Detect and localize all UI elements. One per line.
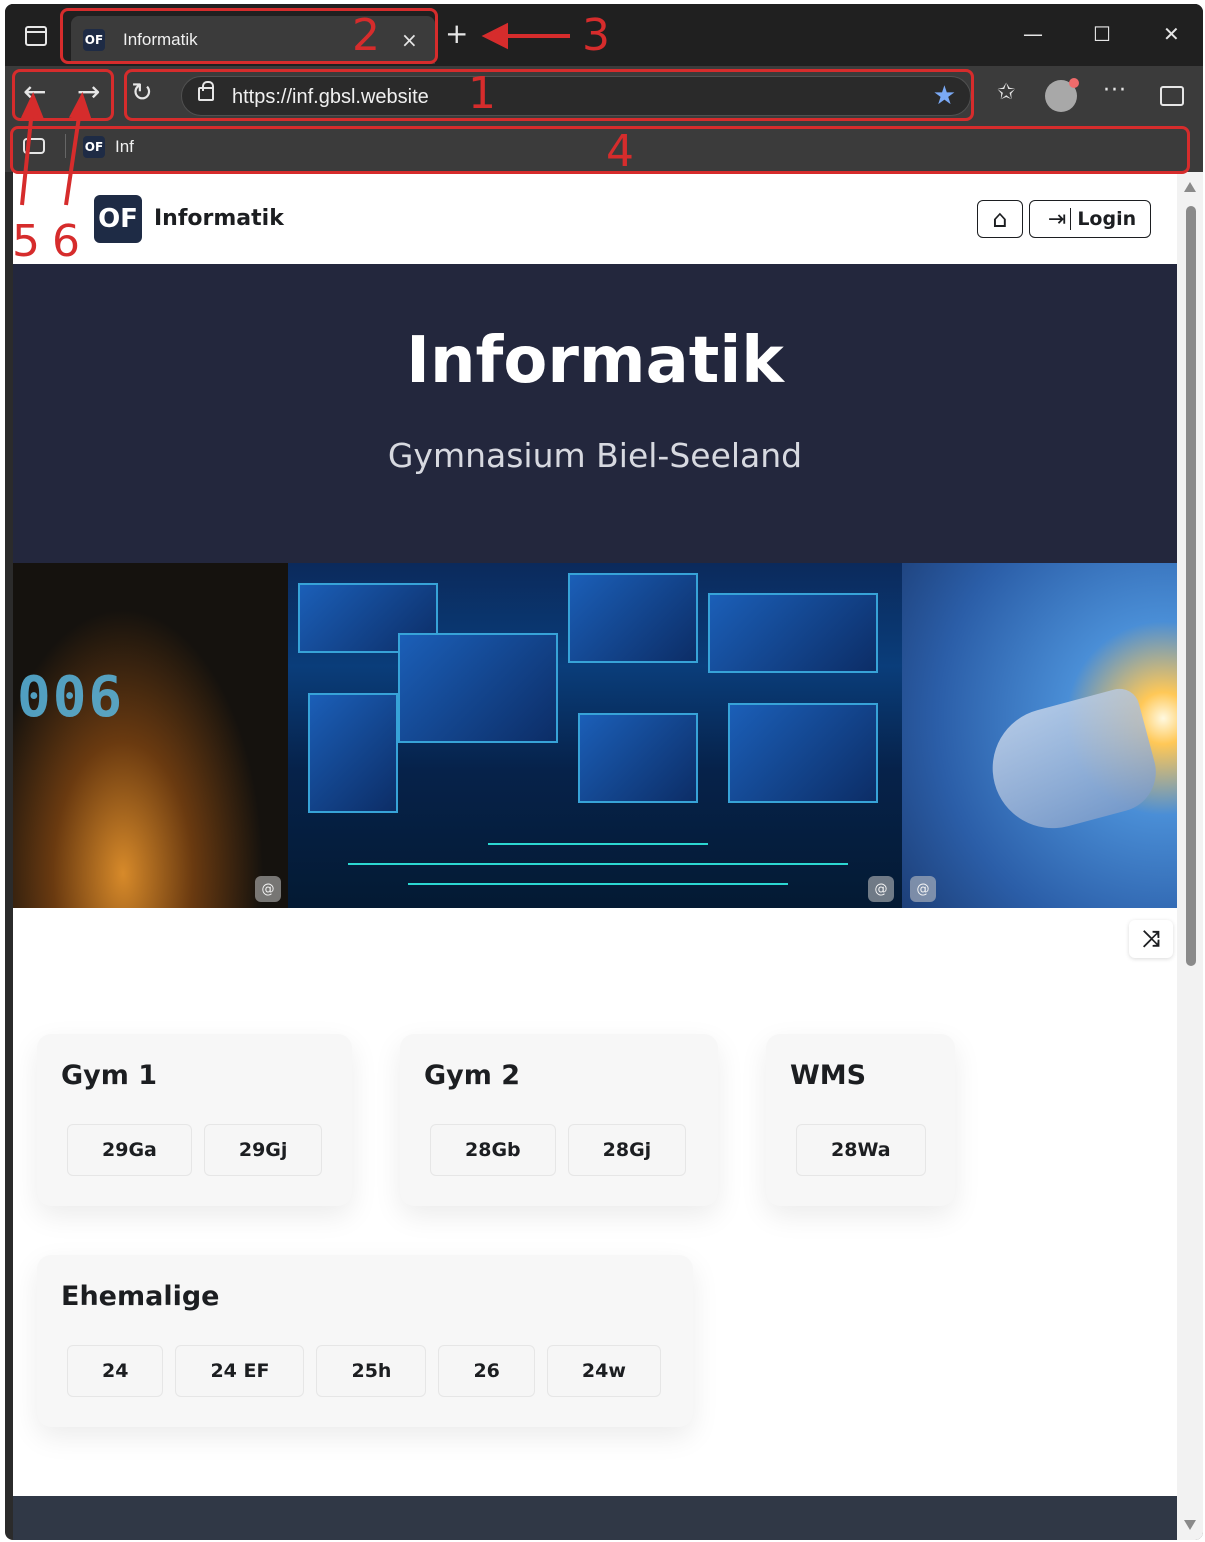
home-folder-icon: ⌂ <box>992 205 1008 233</box>
annotation-number: 2 <box>352 10 380 61</box>
scroll-up-icon[interactable] <box>1184 182 1196 192</box>
class-chip-29gj[interactable]: 29Gj <box>203 1124 323 1176</box>
group-card-wms: WMS 28Wa <box>766 1034 955 1206</box>
annotation-box-4 <box>10 126 1190 174</box>
scroll-thumb[interactable] <box>1186 206 1196 966</box>
scroll-down-icon[interactable] <box>1184 1520 1196 1530</box>
gallery-image-ai-hand: @ <box>902 563 1177 908</box>
class-chip-28gb[interactable]: 28Gb <box>430 1124 556 1176</box>
profile-avatar[interactable] <box>1045 78 1079 112</box>
group-card-ehemalige: Ehemalige 24 24 EF 25h 26 24w <box>37 1255 693 1427</box>
favorites-icon[interactable]: ✩ <box>997 80 1015 105</box>
login-icon: ⇥ <box>1047 206 1067 232</box>
annotation-box-2 <box>60 8 438 64</box>
annotation-number: 4 <box>606 126 634 177</box>
annotation-number: 5 <box>12 216 40 267</box>
class-chip-24w[interactable]: 24w <box>546 1345 661 1397</box>
site-logo[interactable]: OF <box>94 195 142 243</box>
image-credit-icon[interactable]: @ <box>910 876 936 902</box>
shuffle-icon: ⤨ <box>1142 926 1160 952</box>
image-gallery: 006 @ @ @ <box>13 563 1177 908</box>
class-chip-28wa[interactable]: 28Wa <box>796 1124 926 1176</box>
annotation-box-1 <box>124 69 974 121</box>
page-viewport: OF Informatik ⌂ ⇥ Login Informatik Gymna… <box>13 172 1177 1540</box>
hero-banner: Informatik Gymnasium Biel-Seeland <box>13 264 1177 563</box>
image-credit-icon[interactable]: @ <box>868 876 894 902</box>
hero-subtitle: Gymnasium Biel-Seeland <box>387 436 803 475</box>
class-chip-25h[interactable]: 25h <box>316 1345 427 1397</box>
group-title: Ehemalige <box>61 1281 220 1312</box>
annotation-number: 1 <box>468 68 496 119</box>
annotation-number: 3 <box>582 10 610 61</box>
close-window-icon[interactable]: ✕ <box>1163 22 1180 46</box>
new-tab-button[interactable]: + <box>445 20 468 48</box>
minimize-icon[interactable]: — <box>1023 22 1043 46</box>
gallery-image-binary: 006 @ <box>13 563 288 908</box>
class-chip-28gj[interactable]: 28Gj <box>567 1124 687 1176</box>
binary-digits: 006 <box>17 665 125 730</box>
group-card-gym1: Gym 1 29Ga 29Gj <box>37 1034 352 1206</box>
login-button[interactable]: ⇥ Login <box>1029 200 1151 238</box>
split-screen-icon[interactable] <box>1160 86 1184 106</box>
home-folder-button[interactable]: ⌂ <box>977 200 1023 238</box>
class-chip-29ga[interactable]: 29Ga <box>67 1124 192 1176</box>
site-navbar: OF Informatik ⌂ ⇥ Login <box>13 172 1177 264</box>
group-title: Gym 1 <box>61 1060 158 1091</box>
robot-hand <box>979 684 1165 842</box>
gallery-image-dashboards: @ <box>288 563 902 908</box>
maximize-icon[interactable]: ☐ <box>1093 22 1111 46</box>
class-chip-26[interactable]: 26 <box>438 1345 535 1397</box>
site-name[interactable]: Informatik <box>154 206 284 231</box>
shuffle-button[interactable]: ⤨ <box>1129 920 1173 958</box>
sidebar-toggle-icon[interactable] <box>25 26 47 46</box>
login-label: Login <box>1070 208 1136 230</box>
browser-window: OF Informatik × + — ☐ ✕ ← → ↻ https://in… <box>5 4 1203 1540</box>
scrollbar[interactable] <box>1177 172 1203 1540</box>
more-icon[interactable]: ··· <box>1103 78 1127 103</box>
site-footer <box>13 1496 1177 1540</box>
class-chip-24[interactable]: 24 <box>67 1345 164 1397</box>
group-card-gym2: Gym 2 28Gb 28Gj <box>400 1034 718 1206</box>
hero-title: Informatik <box>406 324 784 398</box>
annotation-number: 6 <box>52 216 80 267</box>
group-title: Gym 2 <box>424 1060 521 1091</box>
group-title: WMS <box>790 1060 867 1091</box>
annotation-box-back-forward <box>12 69 114 121</box>
class-chip-24ef[interactable]: 24 EF <box>175 1345 305 1397</box>
image-credit-icon[interactable]: @ <box>255 876 281 902</box>
